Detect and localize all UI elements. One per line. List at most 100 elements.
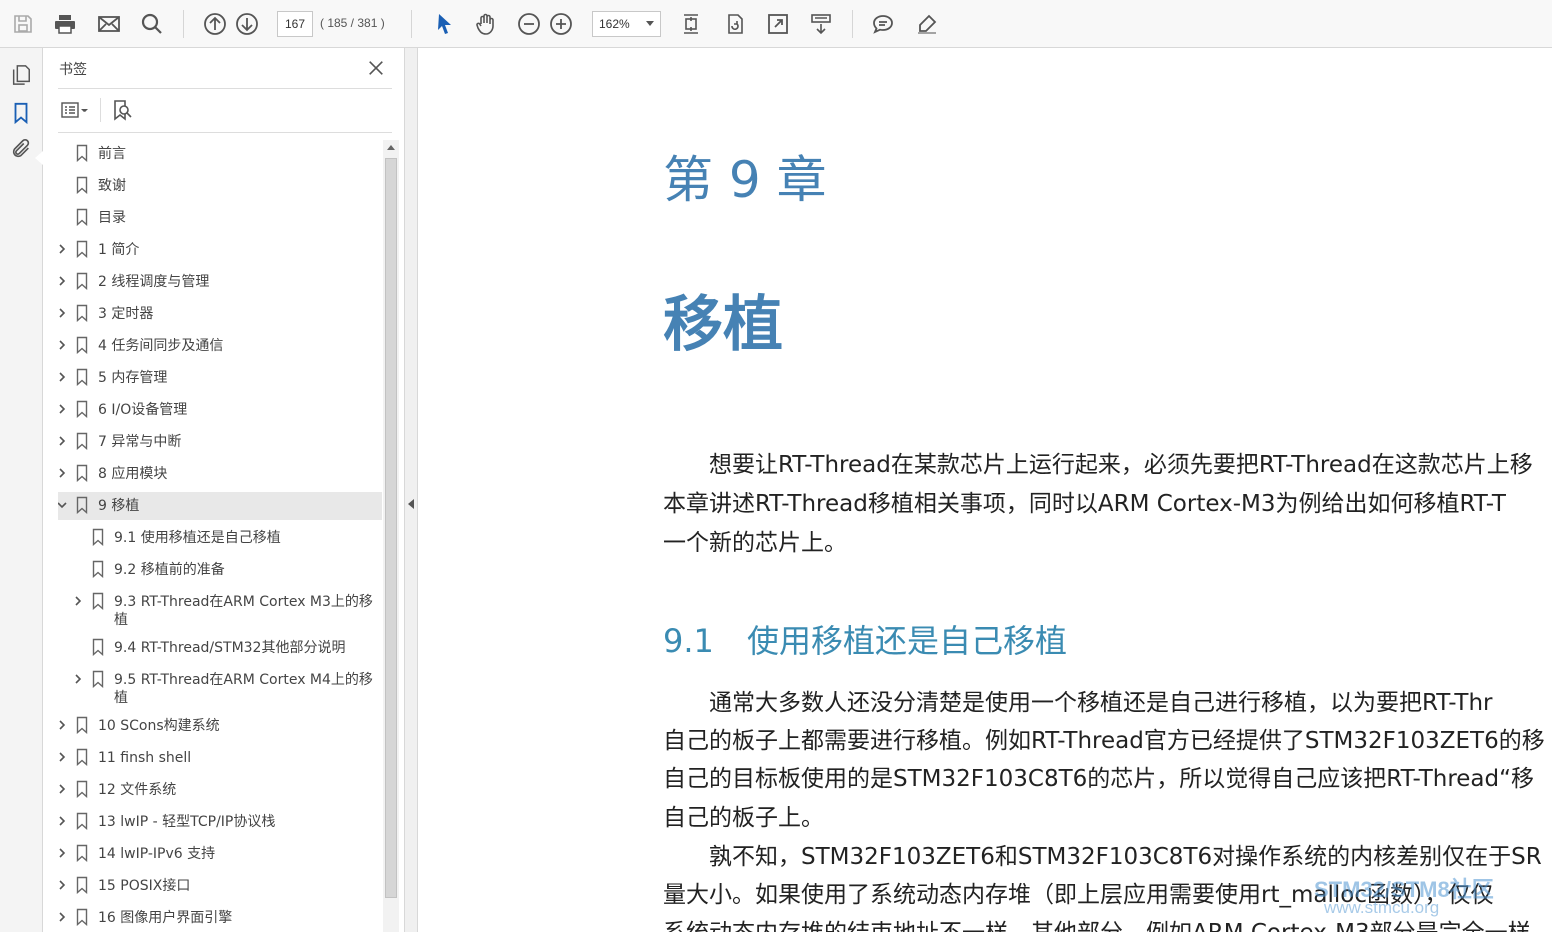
chevron-right-icon[interactable] (58, 403, 68, 415)
chevron-right-icon[interactable] (58, 815, 68, 827)
bookmark-item[interactable]: 6 I/O设备管理 (58, 396, 382, 424)
chevron-right-icon[interactable] (58, 911, 68, 923)
toolbar-divider (852, 10, 853, 38)
bookmark-item[interactable]: 5 内存管理 (58, 364, 382, 392)
bookmark-item[interactable]: 9 移植 (58, 492, 382, 520)
page-number-input[interactable] (277, 11, 313, 37)
select-tool-icon[interactable] (429, 9, 459, 39)
bookmark-label: 9 移植 (98, 498, 140, 514)
chevron-right-icon[interactable] (58, 783, 68, 795)
bookmarks-icon[interactable] (8, 100, 34, 126)
attachments-icon[interactable] (8, 136, 34, 162)
panel-splitter[interactable] (404, 48, 418, 932)
chevron-right-icon[interactable] (72, 673, 84, 685)
toolbar-divider (411, 10, 412, 38)
chevron-right-icon[interactable] (58, 307, 68, 319)
save-icon[interactable] (8, 9, 38, 39)
body-line: 自己的目标板使用的是STM32F103C8T6的芯片，所以觉得自己应该把RT-T… (663, 766, 1535, 792)
page-thumbnails-icon[interactable] (8, 62, 34, 88)
chevron-right-icon[interactable] (58, 243, 68, 255)
zoom-in-icon[interactable] (546, 9, 576, 39)
bookmark-item[interactable]: 2 线程调度与管理 (58, 268, 382, 296)
chevron-right-icon[interactable] (58, 719, 68, 731)
bookmark-item[interactable]: 10 SCons构建系统 (58, 712, 382, 740)
fit-page-icon[interactable] (676, 9, 706, 39)
next-page-icon[interactable] (232, 9, 262, 39)
zoom-out-icon[interactable] (514, 9, 544, 39)
bookmark-item[interactable]: 前言 (58, 140, 382, 168)
chevron-right-icon[interactable] (58, 339, 68, 351)
bookmark-item[interactable]: 15 POSIX接口 (58, 872, 382, 900)
page-count: ( 185 / 381 ) (320, 16, 385, 30)
rotate-page-icon[interactable] (720, 9, 750, 39)
chevron-down-icon[interactable] (58, 499, 68, 511)
divider (100, 98, 101, 122)
bookmark-item[interactable]: 9.4 RT-Thread/STM32其他部分说明 (58, 634, 382, 662)
bookmark-item[interactable]: 14 lwIP-IPv6 支持 (58, 840, 382, 868)
bookmark-label: 9.2 移植前的准备 (114, 562, 225, 578)
bookmark-item[interactable]: 致谢 (58, 172, 382, 200)
chevron-right-icon[interactable] (58, 467, 68, 479)
bookmark-icon (76, 144, 88, 162)
bookmark-tree: 前言致谢目录 1 简介 2 线程调度与管理 3 定时器 4 任务间同步及通信 5 内存管理… (58, 140, 382, 932)
print-icon[interactable] (50, 9, 80, 39)
bookmark-label: 前言 (98, 146, 126, 162)
chevron-right-icon[interactable] (58, 371, 68, 383)
section-title: 使用移植还是自己移植 (747, 622, 1068, 660)
bookmark-item[interactable]: 8 应用模块 (58, 460, 382, 488)
highlight-icon[interactable] (912, 9, 942, 39)
bookmark-label: 6 I/O设备管理 (98, 402, 188, 418)
bookmark-item[interactable]: 1 简介 (58, 236, 382, 264)
bookmark-item[interactable]: 9.5 RT-Thread在ARM Cortex M4上的移植 (58, 666, 382, 710)
bookmark-item[interactable]: 13 lwIP - 轻型TCP/IP协议栈 (58, 808, 382, 836)
chapter-number: 第 9 章 (663, 151, 827, 209)
chevron-right-icon[interactable] (58, 751, 68, 763)
document-view[interactable]: 第 9 章 移植 想要让RT-Thread在某款芯片上运行起来，必须先要把RT-… (419, 48, 1552, 932)
bookmark-icon (76, 432, 88, 450)
section-number: 9.1 (663, 622, 714, 660)
bookmark-item[interactable]: 11 finsh shell (58, 744, 382, 772)
watermark-url: www.stmcu.org (1324, 898, 1440, 917)
panel-title: 书签 (59, 62, 87, 78)
zoom-select[interactable]: 162% (592, 11, 661, 37)
comment-icon[interactable] (868, 9, 898, 39)
bookmark-item[interactable]: 12 文件系统 (58, 776, 382, 804)
scroll-up-icon[interactable] (387, 145, 395, 150)
bookmark-icon (92, 670, 104, 688)
collapse-panel-icon[interactable] (408, 499, 414, 509)
bookmark-item[interactable]: 9.3 RT-Thread在ARM Cortex M3上的移植 (58, 588, 382, 632)
chevron-right-icon[interactable] (58, 275, 68, 287)
email-icon[interactable] (94, 9, 124, 39)
chevron-right-icon[interactable] (58, 847, 68, 859)
bookmark-scrollbar[interactable] (383, 140, 399, 932)
bookmark-label: 致谢 (98, 178, 126, 194)
chevron-down-icon (646, 21, 654, 26)
body-line: 通常大多数人还没分清楚是使用一个移植还是自己进行移植，以为要把RT-Thr (663, 690, 1493, 716)
bookmark-item[interactable]: 9.1 使用移植还是自己移植 (58, 524, 382, 552)
bookmark-item[interactable]: 3 定时器 (58, 300, 382, 328)
intro-line: 一个新的芯片上。 (663, 530, 847, 556)
bookmark-icon (76, 716, 88, 734)
chevron-right-icon[interactable] (72, 595, 84, 607)
hand-tool-icon[interactable] (471, 9, 501, 39)
search-icon[interactable] (137, 9, 167, 39)
bookmark-item[interactable]: 目录 (58, 204, 382, 232)
find-bookmark-icon[interactable] (108, 97, 136, 123)
bookmark-icon (76, 908, 88, 926)
close-icon[interactable] (364, 56, 388, 80)
bookmark-label: 3 定时器 (98, 306, 154, 322)
bookmark-item[interactable]: 9.2 移植前的准备 (58, 556, 382, 584)
previous-page-icon[interactable] (200, 9, 230, 39)
bookmark-icon (76, 336, 88, 354)
bookmark-options-button[interactable] (58, 97, 92, 123)
bookmark-item[interactable]: 7 异常与中断 (58, 428, 382, 456)
scrollbar-thumb[interactable] (385, 158, 397, 898)
bookmark-item[interactable]: 16 图像用户界面引擎 (58, 904, 382, 932)
full-screen-icon[interactable] (763, 9, 793, 39)
bookmark-item[interactable]: 4 任务间同步及通信 (58, 332, 382, 360)
chevron-right-icon[interactable] (58, 879, 68, 891)
bookmark-label: 9.4 RT-Thread/STM32其他部分说明 (114, 640, 346, 656)
divider (58, 88, 392, 89)
scroll-mode-icon[interactable] (806, 9, 836, 39)
chevron-right-icon[interactable] (58, 435, 68, 447)
